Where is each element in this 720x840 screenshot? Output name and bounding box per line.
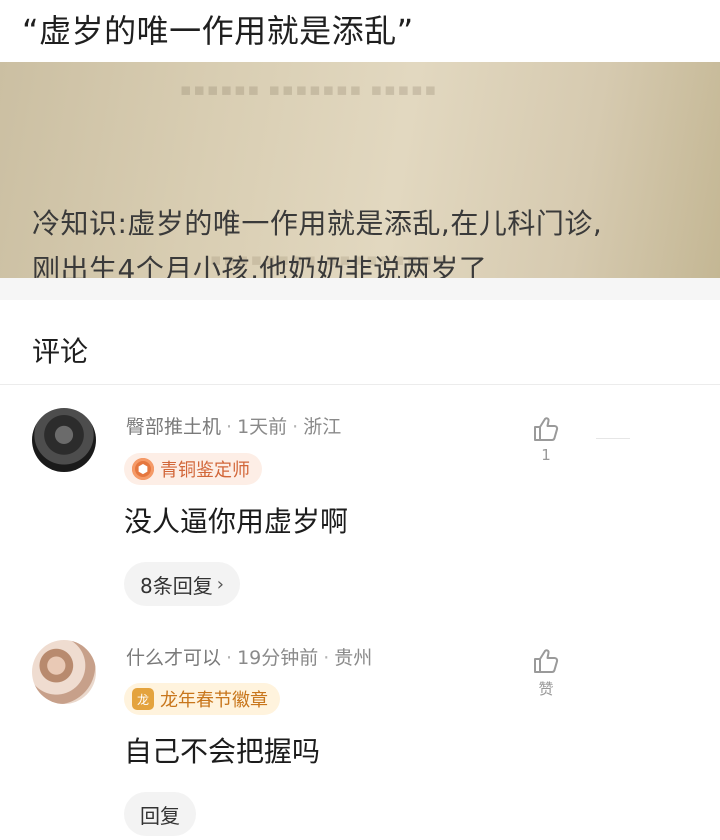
reply-count-label: 8条回复 [140, 573, 213, 598]
user-badge[interactable]: 龙 龙年春节徽章 [124, 683, 280, 715]
divider [596, 438, 630, 439]
chevron-right-icon: › [216, 573, 224, 595]
hexagon-badge-icon: ⬢ [132, 458, 154, 480]
view-replies-button[interactable]: 8条回复 › [124, 562, 240, 606]
comment-meta: 臀部推土机 · 1天前 · 浙江 [126, 416, 342, 438]
faded-print-decoration: ▪▪▪▪▪▪ ▪▪▪▪▪▪▪ ▪▪▪▪▪ [180, 80, 439, 100]
comment-time: 1天前 [237, 416, 288, 438]
comment-location: 贵州 [334, 647, 373, 669]
user-badge[interactable]: ⬢ 青铜鉴定师 [124, 453, 262, 485]
username[interactable]: 臀部推土机 [126, 416, 221, 438]
username[interactable]: 什么才可以 [126, 647, 221, 669]
quote-image[interactable]: ▪▪▪▪▪▪ ▪▪▪▪▪▪▪ ▪▪▪▪▪ ▪▪▪▪▪▪▪▪ ▪▪▪▪▪▪▪▪▪ … [0, 62, 720, 278]
comment-time: 19分钟前 [237, 647, 319, 669]
section-separator [0, 278, 720, 300]
avatar[interactable] [32, 640, 96, 704]
comments-heading: 评论 [32, 335, 89, 368]
reply-button[interactable]: 回复 [124, 792, 196, 836]
dragon-badge-icon: 龙 [132, 688, 154, 710]
badge-label: 青铜鉴定师 [160, 460, 250, 481]
badge-label: 龙年春节徽章 [160, 690, 268, 711]
comment-meta: 什么才可以 · 19分钟前 · 贵州 [126, 647, 373, 669]
like-count: 1 [541, 446, 551, 464]
comment-location: 浙江 [303, 416, 342, 438]
like-label: 赞 [538, 680, 554, 698]
comment-text: 没人逼你用虚岁啊 [124, 505, 349, 538]
thumbs-up-icon [534, 649, 559, 673]
post-title: “虚岁的唯一作用就是添乱” [22, 12, 414, 50]
reply-label: 回复 [140, 803, 180, 828]
comment-text: 自己不会把握吗 [124, 735, 321, 768]
avatar[interactable] [32, 408, 96, 472]
quote-line: 冷知识:虚岁的唯一作用就是添乱,在儿科门诊, [32, 207, 603, 240]
thumbs-up-icon [534, 417, 559, 441]
like-button[interactable]: 1 [526, 414, 566, 464]
quote-line: 刚出生4个月小孩,他奶奶非说两岁了 [32, 253, 488, 278]
divider [0, 384, 720, 385]
like-button[interactable]: 赞 [526, 646, 566, 699]
